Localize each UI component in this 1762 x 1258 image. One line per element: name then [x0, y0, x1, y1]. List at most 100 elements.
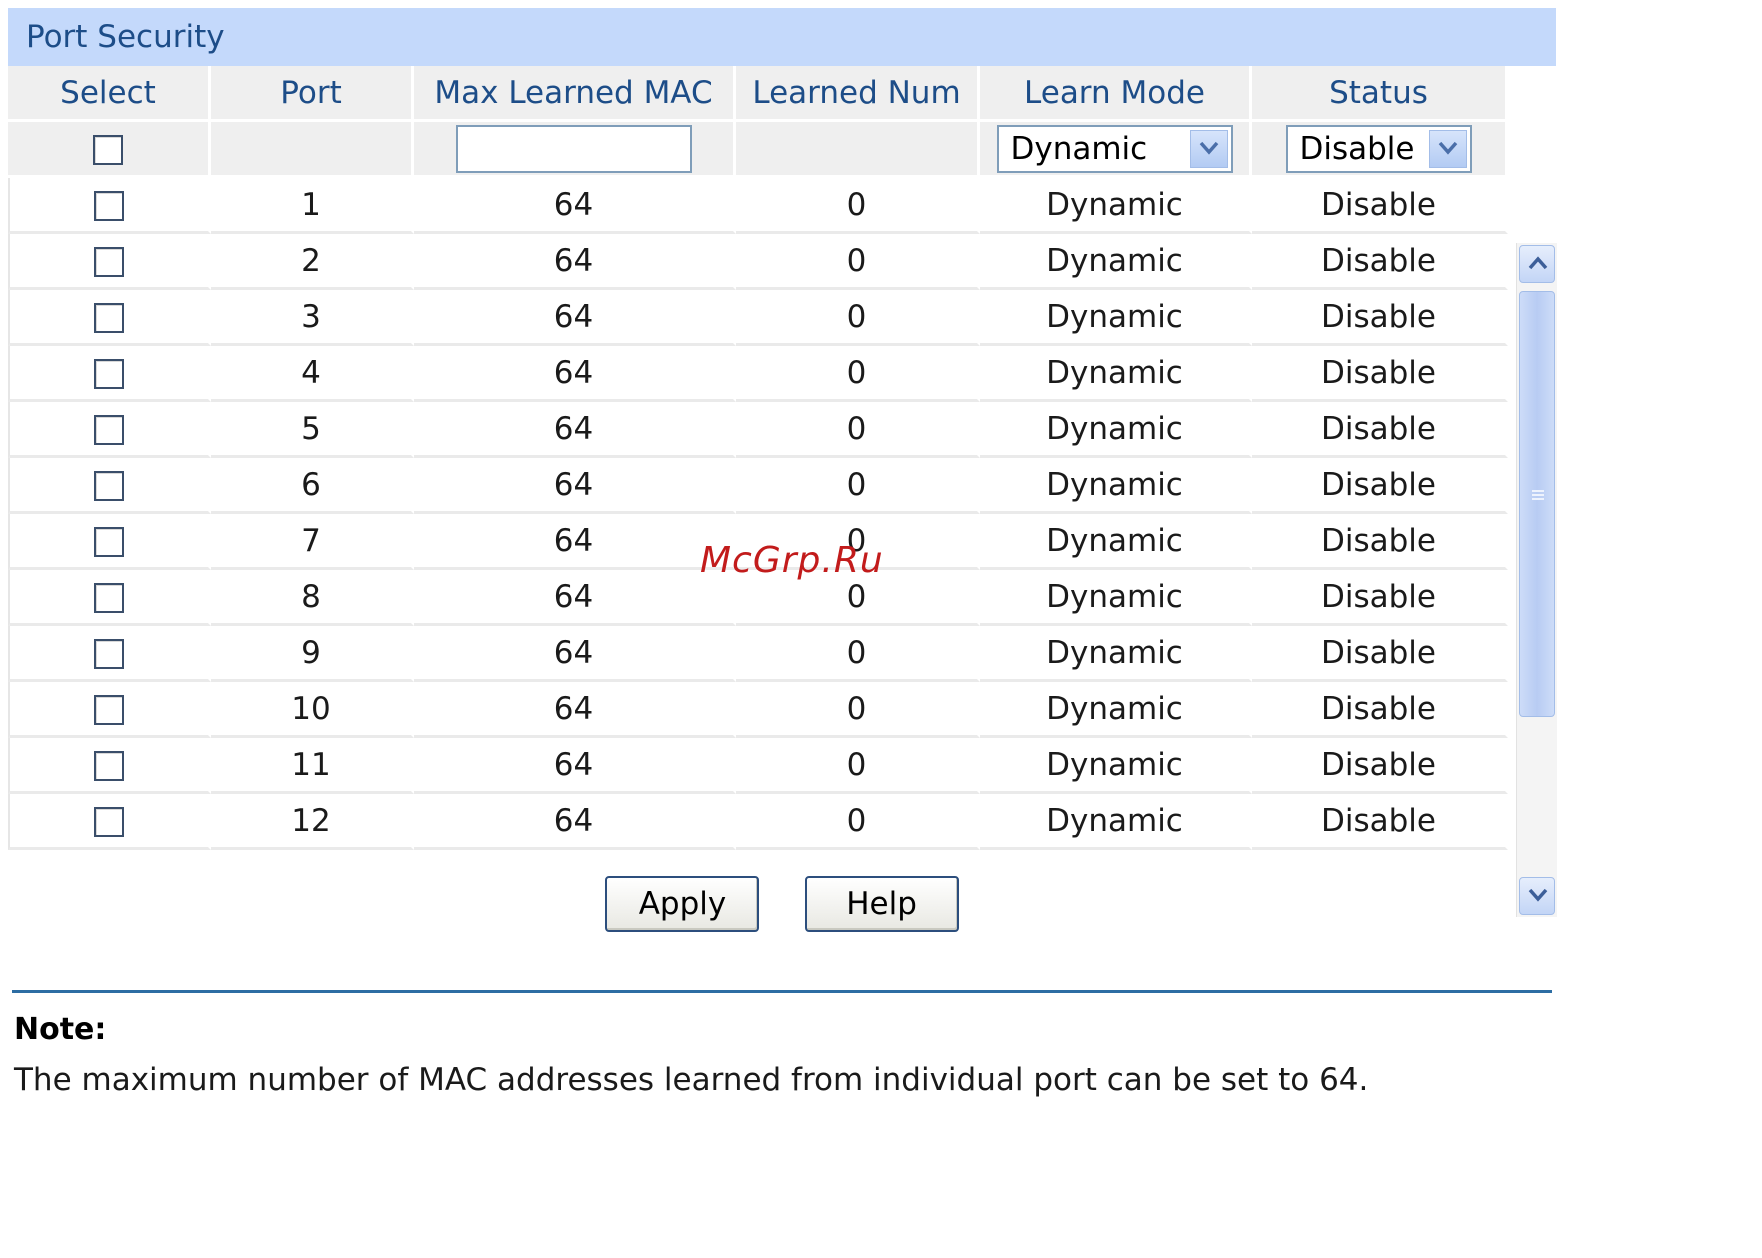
column-header-port: Port	[211, 66, 414, 122]
row-select-checkbox[interactable]	[94, 583, 124, 613]
port-cell: 12	[211, 794, 414, 850]
learn-mode-cell: Dynamic	[980, 682, 1252, 738]
status-cell: Disable	[1252, 514, 1508, 570]
table-row[interactable]: 6 64 0 Dynamic Disable	[8, 458, 1508, 514]
port-security-panel: Port Security Select Port Max Learned MA…	[8, 8, 1557, 932]
table-row[interactable]: 1 64 0 Dynamic Disable	[8, 178, 1508, 234]
column-header-learn-mode: Learn Mode	[980, 66, 1252, 122]
table-row[interactable]: 9 64 0 Dynamic Disable	[8, 626, 1508, 682]
learn-mode-cell: Dynamic	[980, 402, 1252, 458]
status-select[interactable]: Disable	[1285, 124, 1472, 173]
table-row[interactable]: 5 64 0 Dynamic Disable	[8, 402, 1508, 458]
port-cell: 11	[211, 738, 414, 794]
max-learned-mac-input[interactable]	[455, 124, 692, 173]
max-learned-mac-cell: 64	[414, 794, 736, 850]
learn-mode-select[interactable]: Dynamic	[996, 124, 1233, 173]
chevron-down-icon	[1189, 129, 1228, 168]
status-cell: Disable	[1252, 626, 1508, 682]
port-cell: 5	[211, 402, 414, 458]
learned-num-cell: 0	[736, 794, 980, 850]
table-row[interactable]: 4 64 0 Dynamic Disable	[8, 346, 1508, 402]
status-cell: Disable	[1252, 234, 1508, 290]
port-cell: 8	[211, 570, 414, 626]
action-buttons: Apply Help	[8, 876, 1556, 932]
learn-mode-cell: Dynamic	[980, 570, 1252, 626]
row-select-checkbox[interactable]	[94, 751, 124, 781]
port-cell: 1	[211, 178, 414, 234]
learned-num-cell: 0	[736, 626, 980, 682]
max-learned-mac-cell: 64	[414, 234, 736, 290]
row-select-cell	[8, 458, 211, 514]
note-divider	[12, 990, 1552, 993]
row-select-checkbox[interactable]	[94, 639, 124, 669]
row-select-checkbox[interactable]	[94, 303, 124, 333]
row-select-checkbox[interactable]	[94, 527, 124, 557]
chevron-up-icon	[1528, 256, 1548, 270]
apply-button[interactable]: Apply	[605, 876, 760, 932]
table-row[interactable]: 2 64 0 Dynamic Disable	[8, 234, 1508, 290]
status-cell: Disable	[1252, 178, 1508, 234]
port-cell: 4	[211, 346, 414, 402]
learn-mode-cell: Dynamic	[980, 178, 1252, 234]
table-row[interactable]: 12 64 0 Dynamic Disable	[8, 794, 1508, 850]
status-cell: Disable	[1252, 402, 1508, 458]
status-cell: Disable	[1252, 458, 1508, 514]
port-cell: 6	[211, 458, 414, 514]
row-select-cell	[8, 682, 211, 738]
column-header-learned-num: Learned Num	[736, 66, 980, 122]
learned-num-cell: 0	[736, 402, 980, 458]
max-learned-mac-cell: 64	[414, 290, 736, 346]
row-select-cell	[8, 290, 211, 346]
max-learned-mac-cell: 64	[414, 514, 736, 570]
table-row[interactable]: 3 64 0 Dynamic Disable	[8, 290, 1508, 346]
learn-mode-select-value: Dynamic	[1010, 130, 1148, 167]
learn-mode-cell: Dynamic	[980, 514, 1252, 570]
max-learned-mac-cell: 64	[414, 626, 736, 682]
table-row[interactable]: 11 64 0 Dynamic Disable	[8, 738, 1508, 794]
row-select-cell	[8, 234, 211, 290]
row-select-checkbox[interactable]	[94, 359, 124, 389]
scrollbar-thumb[interactable]	[1519, 291, 1555, 717]
max-learned-mac-cell: 64	[414, 178, 736, 234]
row-select-checkbox[interactable]	[94, 471, 124, 501]
scroll-up-button[interactable]	[1519, 245, 1555, 283]
learn-mode-cell: Dynamic	[980, 290, 1252, 346]
help-button[interactable]: Help	[804, 876, 959, 932]
port-cell: 9	[211, 626, 414, 682]
chevron-down-icon	[1428, 129, 1467, 168]
port-security-table: Select Port Max Learned MAC Learned Num …	[8, 66, 1508, 850]
learn-mode-cell: Dynamic	[980, 794, 1252, 850]
bulk-edit-row: Dynamic Disable	[8, 122, 1508, 178]
row-select-cell	[8, 626, 211, 682]
status-select-value: Disable	[1299, 130, 1415, 167]
header-row: Select Port Max Learned MAC Learned Num …	[8, 66, 1508, 122]
status-cell: Disable	[1252, 682, 1508, 738]
port-cell: 10	[211, 682, 414, 738]
learned-num-cell: 0	[736, 458, 980, 514]
learned-num-cell: 0	[736, 290, 980, 346]
column-header-status: Status	[1252, 66, 1508, 122]
row-select-checkbox[interactable]	[94, 247, 124, 277]
status-cell: Disable	[1252, 570, 1508, 626]
table-scrollbar[interactable]	[1516, 243, 1557, 917]
row-select-checkbox[interactable]	[94, 191, 124, 221]
max-learned-mac-cell: 64	[414, 458, 736, 514]
row-select-checkbox[interactable]	[94, 415, 124, 445]
note-text: The maximum number of MAC addresses lear…	[14, 1062, 1369, 1098]
watermark: McGrp.Ru	[700, 540, 884, 581]
port-cell: 2	[211, 234, 414, 290]
select-all-checkbox[interactable]	[93, 135, 123, 165]
row-select-cell	[8, 346, 211, 402]
row-select-cell	[8, 402, 211, 458]
table-row[interactable]: 10 64 0 Dynamic Disable	[8, 682, 1508, 738]
learn-mode-cell: Dynamic	[980, 738, 1252, 794]
learned-num-cell: 0	[736, 346, 980, 402]
row-select-cell	[8, 738, 211, 794]
status-cell: Disable	[1252, 738, 1508, 794]
status-cell: Disable	[1252, 290, 1508, 346]
column-header-select: Select	[8, 66, 211, 122]
row-select-cell	[8, 794, 211, 850]
status-cell: Disable	[1252, 346, 1508, 402]
row-select-checkbox[interactable]	[94, 807, 124, 837]
row-select-checkbox[interactable]	[94, 695, 124, 725]
